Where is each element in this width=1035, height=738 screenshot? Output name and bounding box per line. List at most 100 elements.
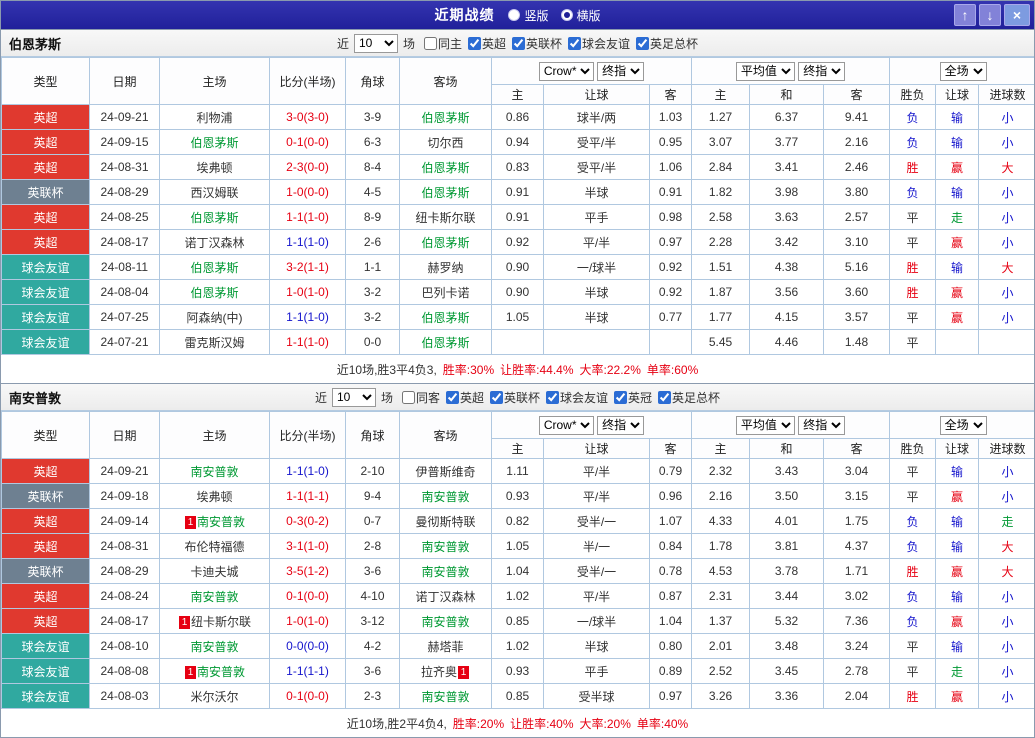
filter-league-checkbox[interactable]: 英联杯 xyxy=(512,35,562,52)
home-team: 布伦特福德 xyxy=(160,534,270,559)
odds1-away: 0.98 xyxy=(650,205,692,230)
odds2-draw: 3.45 xyxy=(750,659,824,684)
odds2-draw: 3.81 xyxy=(750,534,824,559)
odds2-stage-select[interactable]: 终指 xyxy=(798,62,845,81)
away-team: 切尔西 xyxy=(400,130,492,155)
average-select[interactable]: 平均值 xyxy=(736,416,795,435)
filter-league-checkbox[interactable]: 英冠 xyxy=(614,389,652,406)
odds2-away: 3.57 xyxy=(824,305,890,330)
odds1-stage-select[interactable]: 终指 xyxy=(597,62,644,81)
checkbox-input[interactable] xyxy=(424,37,437,50)
fulltime-select[interactable]: 全场 xyxy=(940,416,987,435)
home-team: 埃弗顿 xyxy=(160,155,270,180)
home-team: 诺丁汉森林 xyxy=(160,230,270,255)
odds1-away: 0.89 xyxy=(650,659,692,684)
checkbox-input[interactable] xyxy=(446,391,459,404)
odds2-away: 9.41 xyxy=(824,105,890,130)
odds1-stage-select[interactable]: 终指 xyxy=(597,416,644,435)
match-row: 英超24-09-21利物浦3-0(3-0)3-9伯恩茅斯0.86球半/两1.03… xyxy=(2,105,1035,130)
checkbox-input[interactable] xyxy=(614,391,627,404)
checkbox-input[interactable] xyxy=(512,37,525,50)
recent-count-select[interactable]: 10 xyxy=(354,34,398,53)
score: 1-1(1-0) xyxy=(270,305,346,330)
recent-count-select[interactable]: 10 xyxy=(332,388,376,407)
home-team-name: 伯恩茅斯 xyxy=(190,286,238,300)
match-row: 英超24-08-171纽卡斯尔联1-0(1-0)3-12南安普敦0.85一/球半… xyxy=(2,609,1035,634)
games-label: 场 xyxy=(403,35,415,52)
filter-league-checkbox[interactable]: 英超 xyxy=(468,35,506,52)
filter-same-checkbox[interactable]: 同客 xyxy=(402,389,440,406)
filter-league-checkbox[interactable]: 球会友谊 xyxy=(546,389,608,406)
filter-league-checkbox[interactable]: 英超 xyxy=(446,389,484,406)
down-button[interactable]: ↓ xyxy=(979,4,1001,26)
odds1-handicap: 受半/一 xyxy=(544,559,650,584)
checkbox-input[interactable] xyxy=(468,37,481,50)
odds-provider-select[interactable]: Crow* xyxy=(539,416,594,435)
match-type: 球会友谊 xyxy=(2,280,90,305)
checkbox-input[interactable] xyxy=(546,391,559,404)
odds2-away: 1.75 xyxy=(824,509,890,534)
home-team-name: 阿森纳(中) xyxy=(187,311,243,325)
match-row: 球会友谊24-08-11伯恩茅斯3-2(1-1)1-1赫罗纳0.90一/球半0.… xyxy=(2,255,1035,280)
odds1-home: 1.02 xyxy=(492,584,544,609)
away-team: 赫塔菲 xyxy=(400,634,492,659)
result-goals: 走 xyxy=(979,509,1034,534)
result-wdl: 负 xyxy=(890,609,936,634)
match-date: 24-08-17 xyxy=(90,609,160,634)
filter-league-checkbox[interactable]: 英足总杯 xyxy=(636,35,698,52)
titlebar: 近期战绩 竖版横版 ↑ ↓ × xyxy=(1,1,1034,29)
match-row: 球会友谊24-08-04伯恩茅斯1-0(1-0)3-2巴列卡诺0.90半球0.9… xyxy=(2,280,1035,305)
odds2-home: 2.32 xyxy=(692,459,750,484)
away-team: 伊普斯维奇 xyxy=(400,459,492,484)
result-goals: 小 xyxy=(979,230,1034,255)
odds1-group-header: Crow* 终指 xyxy=(492,58,692,85)
up-button[interactable]: ↑ xyxy=(954,4,976,26)
odds2-home: 1.51 xyxy=(692,255,750,280)
result-wdl: 负 xyxy=(890,534,936,559)
titlebar-buttons: ↑ ↓ × xyxy=(954,4,1030,26)
away-team: 南安普敦 xyxy=(400,484,492,509)
filter-league-checkbox[interactable]: 英足总杯 xyxy=(658,389,720,406)
match-date: 24-08-10 xyxy=(90,634,160,659)
result-wdl: 平 xyxy=(890,659,936,684)
filter-league-checkbox[interactable]: 球会友谊 xyxy=(568,35,630,52)
checkbox-input[interactable] xyxy=(402,391,415,404)
checkbox-input[interactable] xyxy=(568,37,581,50)
score: 1-1(1-0) xyxy=(270,330,346,355)
odds1-away: 1.07 xyxy=(650,509,692,534)
odds-provider-select[interactable]: Crow* xyxy=(539,62,594,81)
average-select[interactable]: 平均值 xyxy=(736,62,795,81)
odds1-home: 1.02 xyxy=(492,634,544,659)
close-button[interactable]: × xyxy=(1004,4,1030,26)
checkbox-input[interactable] xyxy=(636,37,649,50)
layout-radio-0[interactable]: 竖版 xyxy=(508,7,548,24)
away-team: 巴列卡诺 xyxy=(400,280,492,305)
home-team-name: 南安普敦 xyxy=(190,465,238,479)
result-wdl: 负 xyxy=(890,180,936,205)
match-type: 英超 xyxy=(2,459,90,484)
checkbox-label: 英联杯 xyxy=(504,389,540,406)
away-team: 伯恩茅斯 xyxy=(400,180,492,205)
home-team-name: 伯恩茅斯 xyxy=(190,261,238,275)
filter-same-checkbox[interactable]: 同主 xyxy=(424,35,462,52)
odds1-home: 0.90 xyxy=(492,255,544,280)
result-wdl: 胜 xyxy=(890,255,936,280)
odds2-stage-select[interactable]: 终指 xyxy=(798,416,845,435)
checkbox-input[interactable] xyxy=(658,391,671,404)
odds2-home: 3.07 xyxy=(692,130,750,155)
col-home: 主场 xyxy=(160,58,270,105)
corners: 1-1 xyxy=(346,255,400,280)
col-odds1-home: 主 xyxy=(492,85,544,105)
home-team: 南安普敦 xyxy=(160,634,270,659)
away-team: 纽卡斯尔联 xyxy=(400,205,492,230)
layout-radio-1[interactable]: 横版 xyxy=(561,7,601,24)
odds1-home: 1.04 xyxy=(492,559,544,584)
fulltime-select[interactable]: 全场 xyxy=(940,62,987,81)
odds2-draw: 3.50 xyxy=(750,484,824,509)
corners: 2-10 xyxy=(346,459,400,484)
match-type: 球会友谊 xyxy=(2,684,90,709)
filter-league-checkbox[interactable]: 英联杯 xyxy=(490,389,540,406)
result-goals: 小 xyxy=(979,684,1034,709)
checkbox-input[interactable] xyxy=(490,391,503,404)
summary-segment: 单率:40% xyxy=(637,715,688,732)
